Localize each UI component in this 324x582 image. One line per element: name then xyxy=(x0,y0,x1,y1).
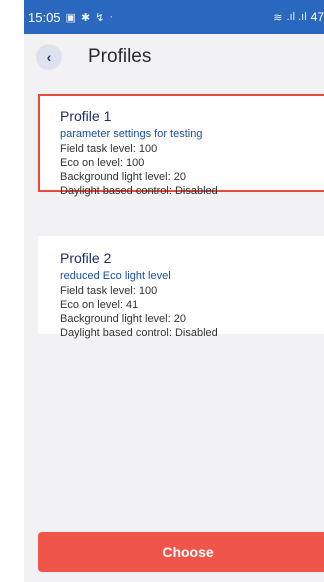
status-left: 15:05 ▣ ✱ ↯ · xyxy=(28,10,113,25)
chevron-left-icon: ‹ xyxy=(46,49,52,65)
eco-on-level: Eco on level: 41 xyxy=(60,299,139,311)
daylight-control: Daylight based control: Disabled xyxy=(60,327,218,339)
header: ‹ Profiles xyxy=(24,34,324,80)
eco-on-level: Eco on level: 100 xyxy=(60,157,145,169)
battery-text: 47 xyxy=(310,10,324,24)
bluetooth-icon: ✱ xyxy=(80,11,91,24)
profile-title: Profile 2 xyxy=(60,250,112,266)
status-right: ≋ .ıl .ıl 47 xyxy=(273,10,324,24)
background-light-level: Background light level: 20 xyxy=(60,313,186,325)
field-task-level: Field task level: 100 xyxy=(60,143,158,155)
profile-description: reduced Eco light level xyxy=(60,270,171,282)
app-screen: 15:05 ▣ ✱ ↯ · ≋ .ıl .ıl 47 ‹ Profiles Pr… xyxy=(24,0,324,582)
dot-icon: · xyxy=(109,11,114,23)
field-task-level: Field task level: 100 xyxy=(60,285,158,297)
wifi-icon: ≋ xyxy=(273,11,283,24)
profile-card-1[interactable]: Profile 1 parameter settings for testing… xyxy=(38,94,324,197)
signal-icon: .ıl .ıl xyxy=(286,11,307,23)
page-title: Profiles xyxy=(88,46,152,67)
nfc-icon: ↯ xyxy=(95,11,105,24)
background-light-level: Background light level: 20 xyxy=(60,171,186,183)
daylight-control: Daylight based control: Disabled xyxy=(60,185,218,197)
gallery-icon: ▣ xyxy=(65,11,76,24)
status-time: 15:05 xyxy=(28,9,61,25)
status-bar: 15:05 ▣ ✱ ↯ · ≋ .ıl .ıl 47 xyxy=(24,0,324,34)
profile-description: parameter settings for testing xyxy=(60,128,203,140)
profile-title: Profile 1 xyxy=(60,108,112,124)
profile-card-2[interactable]: Profile 2 reduced Eco light level Field … xyxy=(38,236,324,339)
back-button[interactable]: ‹ xyxy=(36,44,62,70)
choose-button[interactable]: Choose xyxy=(38,532,324,572)
